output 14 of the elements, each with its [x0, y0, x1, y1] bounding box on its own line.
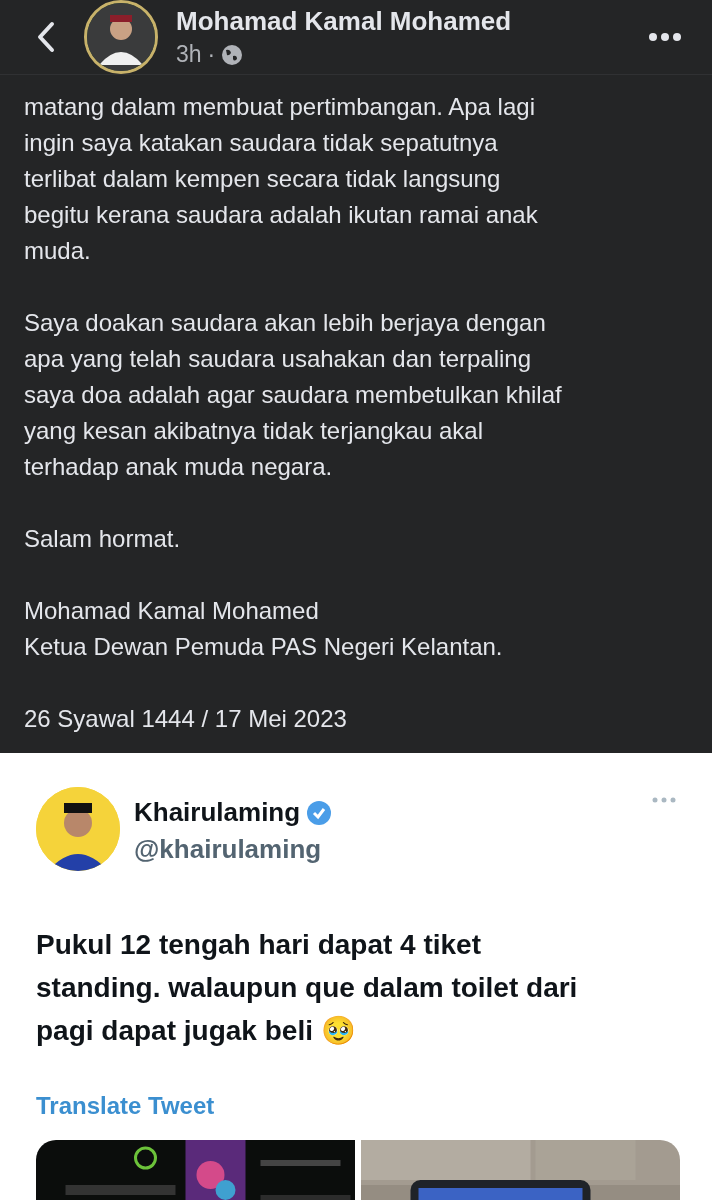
more-icon[interactable]: [648, 32, 682, 42]
post-paragraph: Saya doakan saudara akan lebih berjaya dengan apa yang telah saudara usahakan dan terpaling saya doa adalah agar saudara membetulkan khilaf yang kesan akibatnya tidak terjangkau akal terhadap anak muda negara.: [24, 308, 563, 482]
tweet-text: Pukul 12 tengah hari dapat 4 tiket standing. walaupun que dalam toilet dari pagi dapat jugak beli 🥹: [36, 928, 579, 1048]
tweet-author-name[interactable]: Khairulaming: [134, 797, 301, 828]
post-paragraph: 26 Syawal 1444 / 17 Mei 2023: [24, 704, 348, 734]
tweet-handle[interactable]: @khairulaming: [134, 834, 652, 865]
globe-icon: [221, 43, 244, 66]
post-paragraph: Mohamad Kamal Mohamed Ketua Dewan Pemuda PAS Negeri Kelantan.: [24, 596, 504, 662]
post-paragraph: matang dalam membuat pertimbangan. Apa lagi ingin saya katakan saudara tidak sepatutnya terlibat dalam kempen secara tidak langsung begitu kerana saudara adalah ikutan ramai anak muda.: [24, 92, 539, 266]
author-name[interactable]: Mohamad Kamal Mohamed: [176, 6, 648, 37]
back-icon[interactable]: [36, 21, 56, 53]
separator: ·: [207, 41, 216, 68]
post-paragraph: Salam hormat.: [24, 524, 182, 554]
post-time: 3h: [176, 41, 202, 68]
